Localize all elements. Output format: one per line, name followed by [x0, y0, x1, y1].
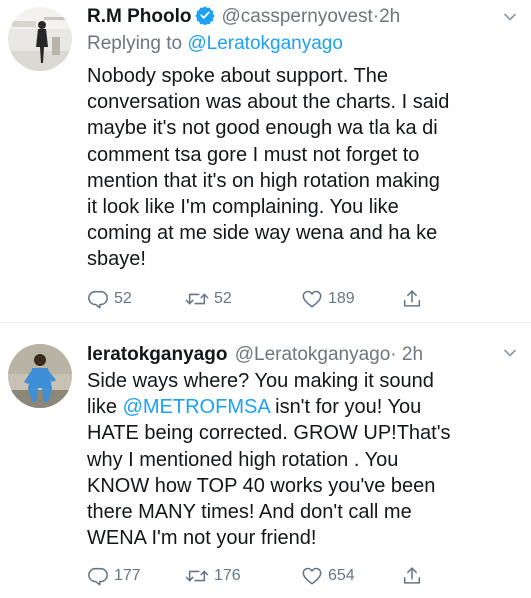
timestamp[interactable]: 2h — [379, 6, 400, 27]
verified-badge-icon — [195, 6, 216, 25]
tweet-text-line: mention that it's on high rotation makin… — [87, 169, 440, 192]
tweet-text-segment: HATE being corrected. GROW UP!That's — [87, 422, 451, 445]
tweet-2[interactable]: leratokganyago @Leratokganyago· 2h Side … — [0, 322, 531, 598]
tweet-text-line: HATE being corrected. GROW UP!That's — [87, 420, 517, 446]
tweet-text-line: it look like I'm complaining. You like — [87, 196, 399, 219]
share-icon — [403, 567, 421, 584]
retweet-icon — [185, 293, 209, 305]
tweet-text-segment: there MANY times! And don't call me — [87, 501, 412, 524]
tweet-actions: 52 52 189 — [87, 287, 517, 313]
share-icon — [403, 290, 421, 307]
tweet-text-line: sbaye! — [87, 248, 146, 271]
reply-button[interactable]: 177 — [87, 564, 141, 588]
like-count: 654 — [328, 567, 355, 584]
tweet-text-segment: why I mentioned high rotation . You — [87, 448, 399, 471]
tweet-text-line: conversation was about the charts. I sai… — [87, 91, 450, 114]
share-button[interactable] — [401, 564, 423, 588]
retweet-count: 52 — [214, 290, 232, 307]
avatar-image — [8, 7, 72, 71]
tweet-text-line: Side ways where? You making it sound — [87, 368, 517, 394]
tweet-header: R.M Phoolo @casspernyovest·2h — [87, 5, 400, 29]
tweet-text: Nobody spoke about support. The conversa… — [87, 63, 517, 273]
tweet-text-line: there MANY times! And don't call me — [87, 499, 517, 525]
avatar[interactable] — [8, 344, 72, 408]
replying-to: Replying to @Leratokganyago — [87, 32, 343, 56]
separator-dot: · — [390, 344, 397, 365]
display-name[interactable]: leratokganyago — [87, 344, 227, 365]
tweet-text-line: Nobody spoke about support. The — [87, 65, 388, 87]
tweet-text-line: maybe it's not good enough wa tla ka di — [87, 117, 438, 140]
reply-icon — [88, 290, 108, 309]
tweet-text: Side ways where? You making it sound like… — [87, 368, 517, 551]
tweet-text-segment: like — [87, 396, 123, 419]
chevron-down-icon[interactable] — [501, 8, 519, 26]
replying-to-link[interactable]: @Leratokganyago — [187, 33, 343, 54]
like-icon — [302, 567, 322, 585]
avatar-image — [8, 344, 72, 408]
retweet-count: 176 — [214, 567, 241, 584]
retweet-button[interactable]: 52 — [185, 287, 232, 311]
reply-count: 52 — [114, 290, 132, 307]
tweet-text-line: WENA I'm not your friend! — [87, 525, 517, 551]
like-icon — [302, 290, 322, 308]
tweet-text-segment: WENA I'm not your friend! — [87, 527, 317, 550]
timestamp[interactable]: 2h — [402, 344, 423, 365]
display-name[interactable]: R.M Phoolo — [87, 6, 191, 27]
like-button[interactable]: 189 — [301, 287, 355, 311]
avatar[interactable] — [8, 7, 72, 71]
like-count: 189 — [328, 290, 355, 307]
retweet-icon — [185, 570, 209, 582]
handle[interactable]: @casspernyovest — [221, 6, 372, 27]
tweet-text-line: like @METROFMSA isn't for you! You — [87, 394, 517, 420]
tweet-header: leratokganyago @Leratokganyago· 2h — [87, 343, 423, 367]
reply-button[interactable]: 52 — [87, 287, 132, 311]
tweet-text-line: comment tsa gore I must not forget to — [87, 143, 420, 166]
like-button[interactable]: 654 — [301, 564, 355, 588]
tweet-text-segment: KNOW how TOP 40 works you've been — [87, 474, 436, 497]
tweet-text-line: coming at me side way wena and ha ke — [87, 222, 438, 245]
tweet-text-line: why I mentioned high rotation . You — [87, 447, 517, 473]
reply-count: 177 — [114, 567, 141, 584]
tweet-actions: 177 176 654 — [87, 564, 517, 590]
reply-icon — [88, 567, 108, 586]
chevron-down-icon[interactable] — [501, 344, 519, 362]
tweet-1[interactable]: R.M Phoolo @casspernyovest·2h Replying t… — [0, 0, 531, 322]
replying-to-prefix: Replying to — [87, 33, 183, 54]
tweet-text-line: KNOW how TOP 40 works you've been — [87, 473, 517, 499]
handle[interactable]: @Leratokganyago — [235, 344, 391, 365]
share-button[interactable] — [401, 287, 423, 311]
tweet-thread: R.M Phoolo @casspernyovest·2h Replying t… — [0, 0, 531, 598]
tweet-text-segment: Side ways where? You making it sound — [87, 370, 434, 392]
retweet-button[interactable]: 176 — [185, 564, 241, 588]
mention-link[interactable]: @METROFMSA — [123, 396, 270, 418]
tweet-text-segment: isn't for you! You — [269, 396, 422, 419]
